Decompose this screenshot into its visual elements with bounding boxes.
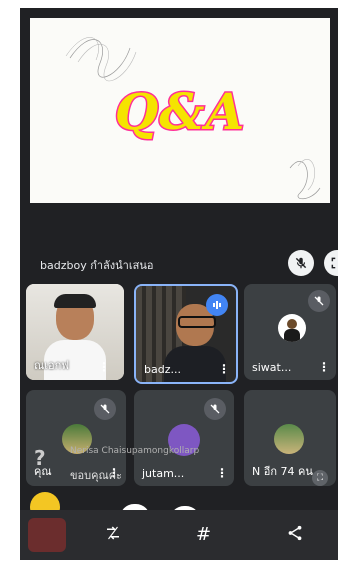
participant-name: ณเอกฟ [34, 359, 70, 372]
participant-tile[interactable]: ณเอกฟ ⋮ [26, 284, 124, 380]
speaking-icon [206, 294, 228, 316]
participant-tile[interactable]: siwat... ⋮ [244, 284, 336, 380]
participant-name: N อีก 74 คน [252, 465, 313, 478]
mic-off-button[interactable] [288, 250, 314, 276]
participant-tile[interactable]: jutam... ⋮ [134, 390, 234, 486]
bottom-toolbar: # [20, 510, 338, 560]
self-view-thumbnail[interactable] [28, 518, 66, 552]
mic-off-icon [204, 398, 226, 420]
caption-speaker: Nerisa Chaisupamongkollarp [70, 446, 200, 456]
slide-title: Q&A [113, 81, 246, 143]
participant-name: siwat... [252, 361, 292, 374]
share-icon[interactable] [286, 524, 304, 547]
participant-tile-active[interactable]: badz... ⋮ [134, 284, 238, 384]
more-vert-icon[interactable]: ⋮ [216, 466, 228, 480]
fullscreen-icon [331, 257, 336, 269]
meet-screen: Q&A badzboy กำลังนำเสนอ ณเอกฟ ⋮ badz... … [20, 8, 338, 560]
caption-text: ขอบคุณค่ะ [70, 469, 122, 482]
more-vert-icon[interactable]: ⋮ [218, 362, 230, 376]
mic-off-icon [94, 398, 116, 420]
hashtag-icon[interactable]: # [196, 524, 211, 545]
more-vert-icon[interactable]: ⋮ [318, 360, 330, 374]
expand-icon[interactable]: ⛶ [312, 470, 328, 486]
participant-name: คุณ [34, 465, 52, 478]
presenter-label: badzboy กำลังนำเสนอ [40, 259, 154, 272]
avatar [274, 424, 304, 454]
avatar [278, 314, 306, 342]
participant-name: jutam... [142, 467, 185, 480]
participant-name: badz... [144, 363, 181, 376]
fullscreen-button[interactable] [324, 250, 338, 276]
more-vert-icon[interactable]: ⋮ [98, 360, 110, 374]
mic-off-icon [295, 257, 307, 269]
mic-off-icon [308, 290, 330, 312]
flip-camera-icon[interactable] [104, 524, 122, 547]
presentation-slide[interactable]: Q&A [30, 18, 330, 203]
presenter-bar: badzboy กำลังนำเสนอ [40, 250, 338, 276]
participant-tile-others[interactable]: N อีก 74 คน ⛶ [244, 390, 336, 486]
